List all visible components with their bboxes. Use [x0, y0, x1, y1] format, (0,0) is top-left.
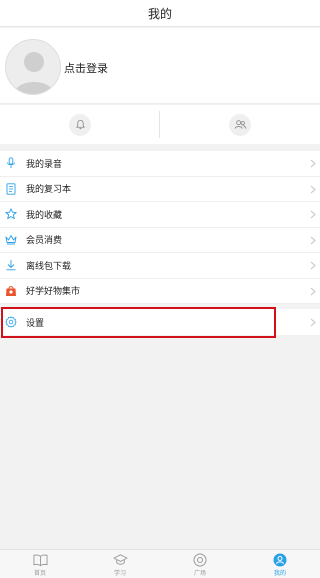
download-icon	[5, 259, 17, 271]
microphone-icon	[5, 157, 17, 169]
settings-label: 设置	[26, 318, 45, 329]
page-title: 我的	[147, 6, 172, 21]
top-bar: 我的	[0, 0, 320, 27]
menu-item-shop[interactable]: 好学好物集市	[0, 279, 320, 304]
chevron-right-icon	[310, 318, 316, 327]
profile-header: 点击登录	[0, 28, 320, 104]
chevron-right-icon	[310, 210, 316, 219]
book-icon	[32, 554, 48, 567]
chevron-right-icon	[310, 159, 316, 168]
chevron-right-icon	[310, 261, 316, 270]
chevron-right-icon	[310, 185, 316, 193]
star-icon	[5, 208, 17, 220]
menu-item-favorites[interactable]: 我的收藏	[0, 202, 320, 228]
notifications-button[interactable]	[0, 105, 160, 144]
menu-item-label: 我的录音	[26, 159, 63, 170]
tab-label: 学习	[113, 570, 126, 577]
user-silhouette-icon	[14, 52, 54, 94]
login-link[interactable]: 点击登录	[64, 60, 108, 76]
shopping-bag-icon	[5, 285, 17, 297]
quick-actions	[0, 105, 320, 144]
user-icon	[273, 553, 287, 567]
menu-item-label: 离线包下载	[26, 261, 72, 272]
tab-label: 我的	[273, 570, 286, 577]
friends-icon	[229, 113, 251, 136]
bell-icon	[69, 113, 91, 136]
gear-icon	[5, 316, 17, 328]
menu-list: 我的录音 我的复习本 我的收藏 会员消费 离线包下载 好学好物集市	[0, 151, 320, 304]
menu-item-label: 好学好物集市	[26, 287, 81, 298]
tab-mine[interactable]: 我的	[240, 550, 320, 578]
tab-square[interactable]: 广场	[160, 550, 240, 578]
menu-item-label: 我的复习本	[26, 185, 72, 196]
notebook-icon	[5, 183, 17, 195]
friends-button[interactable]	[160, 105, 320, 144]
menu-item-membership[interactable]: 会员消费	[0, 228, 320, 253]
menu-item-settings[interactable]: 设置	[0, 309, 320, 335]
tab-study[interactable]: 学习	[80, 550, 160, 578]
crown-icon	[5, 234, 17, 246]
compass-icon	[193, 553, 207, 567]
menu-item-label: 我的收藏	[26, 210, 63, 221]
menu-item-label: 会员消费	[26, 236, 63, 247]
tab-label: 首页	[33, 570, 46, 577]
bottom-tab-bar: 首页 学习 广场 我的	[0, 549, 320, 578]
tab-home[interactable]: 首页	[0, 550, 80, 578]
graduation-cap-icon	[112, 554, 128, 565]
chevron-right-icon	[310, 236, 316, 244]
menu-item-offline-download[interactable]: 离线包下载	[0, 253, 320, 279]
menu-item-recordings[interactable]: 我的录音	[0, 151, 320, 177]
avatar[interactable]	[5, 39, 61, 95]
tab-label: 广场	[193, 570, 206, 577]
menu-item-review-book[interactable]: 我的复习本	[0, 177, 320, 202]
chevron-right-icon	[310, 287, 316, 295]
